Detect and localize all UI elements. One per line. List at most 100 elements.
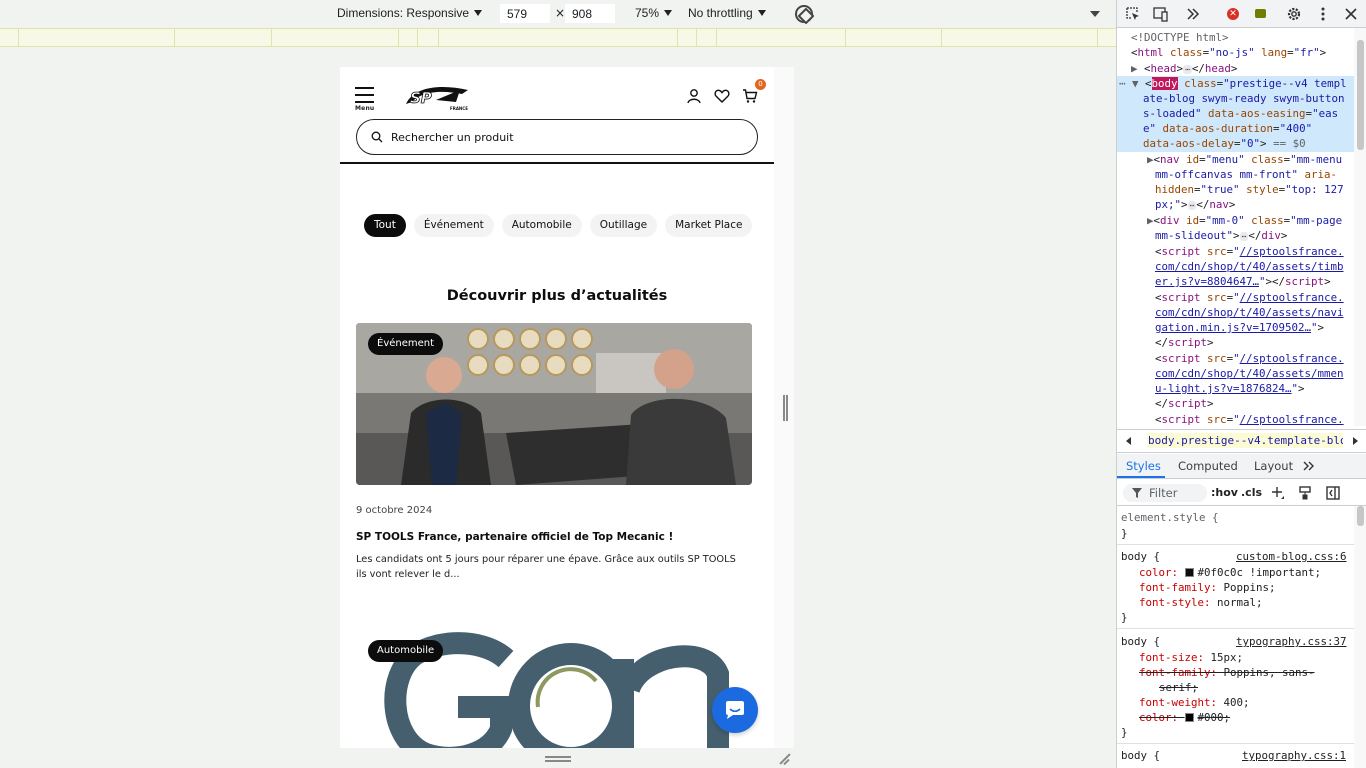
close-devtools-icon[interactable] [1343, 6, 1359, 22]
media-query-segment[interactable] [716, 29, 717, 46]
inspect-element-icon[interactable] [1125, 6, 1141, 22]
category-chip-automobile[interactable]: Automobile [501, 214, 582, 237]
css-declaration[interactable]: font-size: 15px; [1139, 650, 1243, 665]
resize-handle-corner[interactable] [778, 752, 792, 766]
wishlist-heart-icon[interactable] [714, 88, 730, 104]
media-query-segment[interactable] [438, 29, 439, 46]
tab-layout[interactable]: Layout [1254, 459, 1293, 473]
dom-doctype[interactable]: <!DOCTYPE html> [1131, 30, 1229, 45]
media-query-segment[interactable] [18, 29, 19, 46]
rule-divider [1117, 743, 1355, 744]
breadcrumb-path[interactable]: body.prestige--v4.template-blog.sw [1147, 433, 1343, 448]
styles-filter-input[interactable]: Filter [1123, 484, 1207, 502]
media-query-segment[interactable] [417, 29, 418, 46]
cart-button[interactable]: 0 [742, 79, 766, 104]
media-query-segment[interactable] [696, 29, 697, 46]
more-tabs-icon[interactable] [1185, 6, 1201, 22]
dom-node-body[interactable]: ⋯ ▼ <body class="prestige--v4 templ [1119, 76, 1347, 91]
toggle-sidebar-icon[interactable] [1326, 486, 1340, 500]
css-declaration[interactable]: font-weight: 400; [1139, 695, 1250, 710]
media-query-segment[interactable] [271, 29, 272, 46]
category-chip-market-place[interactable]: Market Place [665, 214, 753, 237]
search-icon [371, 131, 383, 143]
media-query-bar[interactable] [0, 28, 1116, 47]
menu-button[interactable]: Menu [355, 87, 377, 112]
dom-scrollbar[interactable] [1354, 28, 1366, 426]
section-title: Découvrir plus d’actualités [446, 288, 668, 304]
dom-node-html[interactable]: <html class="no-js" lang="fr"> [1131, 45, 1326, 60]
css-declaration[interactable]: font-style: normal; [1139, 595, 1263, 610]
dom-node-head[interactable]: ▶ <head> ⋯ </head> [1131, 61, 1237, 76]
media-query-segment[interactable] [941, 29, 942, 46]
dimensions-dropdown[interactable]: Dimensions: Responsive [337, 6, 483, 20]
errors-badge[interactable]: ✕ [1227, 8, 1243, 24]
search-placeholder: Rechercher un produit [391, 130, 514, 144]
device-toggle-icon[interactable] [1153, 6, 1169, 22]
category-chip-outillage[interactable]: Outillage [589, 214, 658, 237]
elements-dom-tree[interactable]: <!DOCTYPE html> <html class="no-js" lang… [1117, 28, 1355, 426]
settings-gear-icon[interactable] [1286, 6, 1302, 22]
rule-selector[interactable]: body { [1121, 748, 1160, 763]
category-chip-tout[interactable]: Tout [364, 214, 406, 237]
tab-computed[interactable]: Computed [1178, 459, 1238, 473]
height-input[interactable] [565, 4, 615, 23]
rule-selector[interactable]: body { [1121, 549, 1160, 564]
dom-node-div[interactable]: ▶<div id="mm-0" class="mm-page [1147, 213, 1342, 228]
dom-script-url[interactable]: com/cdn/shop/t/40/assets/timb [1155, 259, 1344, 274]
breadcrumb-right-arrow-icon[interactable] [1353, 437, 1358, 445]
category-chip-evenement[interactable]: Événement [413, 214, 494, 237]
css-declaration[interactable]: color: #0f0c0c !important; [1139, 565, 1321, 580]
color-swatch[interactable] [1184, 713, 1194, 722]
breadcrumb-left-arrow-icon[interactable] [1126, 437, 1131, 445]
dom-node-nav[interactable]: ▶<nav id="menu" class="mm-menu [1147, 152, 1342, 167]
article-category-tag[interactable]: Événement [368, 333, 444, 355]
rotate-icon[interactable] [795, 5, 813, 23]
account-icon[interactable] [686, 88, 702, 104]
rule-source-link[interactable]: typography.css:37 [1236, 634, 1347, 649]
issues-badge[interactable] [1255, 9, 1271, 25]
paint-brush-icon[interactable] [1298, 486, 1312, 500]
resize-handle-right[interactable] [783, 395, 788, 421]
zoom-dropdown[interactable]: 75% [635, 6, 673, 20]
media-query-segment[interactable] [398, 29, 399, 46]
color-swatch[interactable] [1184, 568, 1194, 577]
hov-toggle[interactable]: :hov [1211, 486, 1238, 499]
article-image[interactable]: Automobile [356, 629, 752, 748]
css-declaration-overridden[interactable]: color: #000; [1139, 710, 1230, 725]
dom-script-url[interactable]: com/cdn/shop/t/40/assets/navi [1155, 305, 1344, 320]
dom-node-script[interactable]: <script src="//sptoolsfrance. [1155, 290, 1344, 305]
dom-script-url[interactable]: com/cdn/shop/t/40/assets/mmen [1155, 366, 1344, 381]
new-style-rule-icon[interactable] [1271, 486, 1285, 500]
css-declaration-overridden[interactable]: font-family: Poppins, sans- [1139, 665, 1315, 680]
tab-styles[interactable]: Styles [1126, 459, 1161, 473]
more-options-icon[interactable] [1090, 11, 1100, 17]
element-style-rule[interactable]: element.style { [1121, 510, 1219, 525]
rule-selector[interactable]: body { [1121, 634, 1160, 649]
width-input[interactable] [500, 4, 550, 23]
article-image[interactable]: Événement [356, 323, 752, 485]
dom-node-script[interactable]: <script src="//sptoolsfrance. [1155, 351, 1344, 366]
more-tabs-icon[interactable] [1303, 460, 1315, 472]
sp-tools-logo[interactable]: SP FRANCE [402, 82, 472, 112]
rule-source-link[interactable]: custom-blog.css:6 [1236, 549, 1347, 564]
css-declaration[interactable]: font-family: Poppins; [1139, 580, 1276, 595]
styles-pane[interactable]: element.style { } body { custom-blog.css… [1117, 506, 1355, 768]
throttling-dropdown[interactable]: No throttling [688, 6, 766, 20]
article-category-tag[interactable]: Automobile [368, 640, 444, 662]
search-input[interactable]: Rechercher un produit [356, 119, 758, 155]
css-declaration-overridden-cont: serif; [1159, 681, 1199, 694]
kebab-menu-icon[interactable] [1315, 6, 1331, 22]
chat-button[interactable] [712, 687, 758, 733]
rule-source-link[interactable]: typography.css:1 [1242, 748, 1346, 763]
dom-node-script[interactable]: <script src="//sptoolsfrance. [1155, 244, 1344, 259]
styles-scrollbar[interactable] [1354, 506, 1366, 768]
resize-handle-bottom[interactable] [545, 756, 571, 762]
media-query-segment[interactable] [1097, 29, 1098, 46]
media-query-segment[interactable] [677, 29, 678, 46]
rule-divider [1117, 544, 1355, 545]
dom-node-script[interactable]: <script src="//sptoolsfrance. [1155, 412, 1344, 426]
media-query-segment[interactable] [845, 29, 846, 46]
cls-toggle[interactable]: .cls [1241, 486, 1262, 499]
media-query-segment[interactable] [174, 29, 175, 46]
article-title[interactable]: SP TOOLS France, partenaire officiel de … [356, 531, 673, 543]
